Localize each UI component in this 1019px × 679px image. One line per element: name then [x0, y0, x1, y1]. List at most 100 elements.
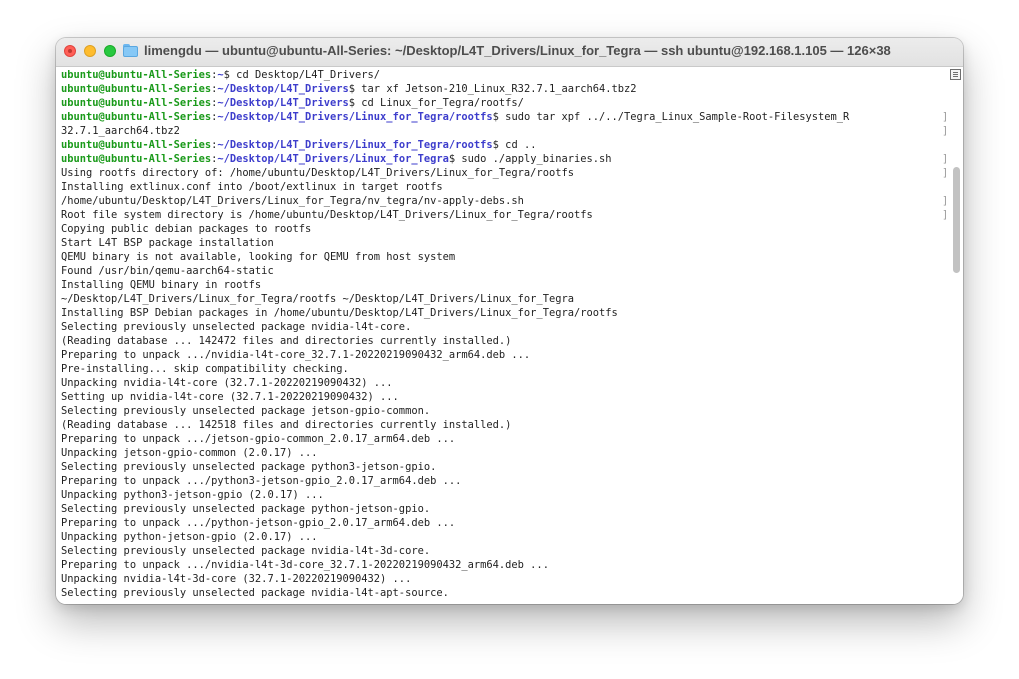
terminal-line: QEMU binary is not available, looking fo…: [61, 250, 946, 264]
line-mark-right: ]: [942, 152, 946, 166]
close-button[interactable]: [64, 45, 76, 57]
line-text: Setting up nvidia-l4t-core (32.7.1-20220…: [61, 391, 399, 403]
terminal-line: Start L4T BSP package installation: [61, 236, 946, 250]
terminal-line: (Reading database ... 142518 files and d…: [61, 418, 946, 432]
prompt-path: ~/Desktop/L4T_Drivers/Linux_for_Tegra/ro…: [217, 139, 493, 151]
terminal-line: 32.7.1_aarch64.tbz2]: [61, 124, 946, 138]
terminal-window: limengdu — ubuntu@ubuntu-All-Series: ~/D…: [56, 38, 963, 604]
line-text: (Reading database ... 142518 files and d…: [61, 419, 512, 431]
line-text: Unpacking nvidia-l4t-core (32.7.1-202202…: [61, 377, 393, 389]
terminal-line: Preparing to unpack .../jetson-gpio-comm…: [61, 432, 946, 446]
line-text: $ tar xf Jetson-210_Linux_R32.7.1_aarch6…: [348, 83, 637, 95]
terminal-line: ~/Desktop/L4T_Drivers/Linux_for_Tegra/ro…: [61, 292, 946, 306]
terminal-line: [/home/ubuntu/Desktop/L4T_Drivers/Linux_…: [61, 194, 946, 208]
terminal-line: Installing extlinux.conf into /boot/extl…: [61, 180, 946, 194]
terminal-line: Selecting previously unselected package …: [61, 586, 946, 600]
line-mark-left: [: [61, 194, 62, 208]
folder-icon: [123, 44, 138, 57]
line-text: $ cd Desktop/L4T_Drivers/: [223, 69, 381, 81]
line-text: Unpacking python-jetson-gpio (2.0.17) ..…: [61, 531, 318, 543]
terminal-line: (Reading database ... 142472 files and d…: [61, 334, 946, 348]
line-text: Preparing to unpack .../nvidia-l4t-core_…: [61, 349, 531, 361]
minimize-button[interactable]: [84, 45, 96, 57]
terminal-line: [ubuntu@ubuntu-All-Series:~/Desktop/L4T_…: [61, 152, 946, 166]
line-text: /home/ubuntu/Desktop/L4T_Drivers/Linux_f…: [61, 195, 524, 207]
terminal-line: Unpacking python-jetson-gpio (2.0.17) ..…: [61, 530, 946, 544]
prompt-user: ubuntu@ubuntu-All-Series: [61, 139, 212, 151]
line-text: Installing extlinux.conf into /boot/extl…: [61, 181, 443, 193]
line-text: ~/Desktop/L4T_Drivers/Linux_for_Tegra/ro…: [61, 293, 574, 305]
window-title: limengdu — ubuntu@ubuntu-All-Series: ~/D…: [144, 43, 891, 58]
terminal-line: ubuntu@ubuntu-All-Series:~/Desktop/L4T_D…: [61, 96, 946, 110]
line-text: Unpacking nvidia-l4t-3d-core (32.7.1-202…: [61, 573, 412, 585]
line-mark-left: [: [61, 208, 62, 222]
terminal-line: Copying public debian packages to rootfs: [61, 222, 946, 236]
line-text: $ sudo tar xpf ../../Tegra_Linux_Sample-…: [492, 111, 850, 123]
terminal-line: Preparing to unpack .../nvidia-l4t-3d-co…: [61, 558, 946, 572]
terminal-output[interactable]: ubuntu@ubuntu-All-Series:~$ cd Desktop/L…: [61, 68, 946, 600]
line-text: Unpacking jetson-gpio-common (2.0.17) ..…: [61, 447, 318, 459]
prompt-user: ubuntu@ubuntu-All-Series: [61, 111, 212, 123]
prompt-path: ~/Desktop/L4T_Drivers: [217, 97, 349, 109]
terminal-line: Unpacking python3-jetson-gpio (2.0.17) .…: [61, 488, 946, 502]
line-text: Using rootfs directory of: /home/ubuntu/…: [61, 167, 574, 179]
line-text: QEMU binary is not available, looking fo…: [61, 251, 456, 263]
line-text: $ sudo ./apply_binaries.sh: [448, 153, 612, 165]
terminal-line: Installing BSP Debian packages in /home/…: [61, 306, 946, 320]
terminal-line: Unpacking jetson-gpio-common (2.0.17) ..…: [61, 446, 946, 460]
line-mark-right: ]: [942, 208, 946, 222]
line-text: $ cd ..: [492, 139, 537, 151]
terminal-line: Unpacking nvidia-l4t-3d-core (32.7.1-202…: [61, 572, 946, 586]
line-text: (Reading database ... 142472 files and d…: [61, 335, 512, 347]
line-text: Selecting previously unselected package …: [61, 587, 449, 599]
prompt-user: ubuntu@ubuntu-All-Series: [61, 153, 212, 165]
terminal-line: Selecting previously unselected package …: [61, 320, 946, 334]
terminal-line: ubuntu@ubuntu-All-Series:~$ cd Desktop/L…: [61, 68, 946, 82]
line-text: Preparing to unpack .../nvidia-l4t-3d-co…: [61, 559, 549, 571]
line-text: Preparing to unpack .../jetson-gpio-comm…: [61, 433, 456, 445]
terminal-line: Preparing to unpack .../nvidia-l4t-core_…: [61, 348, 946, 362]
terminal-line: Pre-installing... skip compatibility che…: [61, 362, 946, 376]
terminal-line: [ubuntu@ubuntu-All-Series:~/Desktop/L4T_…: [61, 110, 946, 124]
line-text: Preparing to unpack .../python3-jetson-g…: [61, 475, 462, 487]
line-mark-right: ]: [942, 194, 946, 208]
line-mark-left: [: [61, 110, 62, 124]
terminal-content[interactable]: ubuntu@ubuntu-All-Series:~$ cd Desktop/L…: [56, 67, 963, 604]
terminal-line: Found /usr/bin/qemu-aarch64-static: [61, 264, 946, 278]
line-mark-right: ]: [942, 124, 946, 138]
line-mark-right: ]: [942, 166, 946, 180]
line-text: Installing QEMU binary in rootfs: [61, 279, 262, 291]
scroll-position-icon[interactable]: [950, 69, 961, 80]
terminal-line: Selecting previously unselected package …: [61, 502, 946, 516]
title-bar[interactable]: limengdu — ubuntu@ubuntu-All-Series: ~/D…: [56, 38, 963, 67]
terminal-line: Selecting previously unselected package …: [61, 404, 946, 418]
prompt-path: ~/Desktop/L4T_Drivers/Linux_for_Tegra: [217, 153, 449, 165]
line-text: Selecting previously unselected package …: [61, 545, 431, 557]
line-text: Pre-installing... skip compatibility che…: [61, 363, 349, 375]
window-title-group: limengdu — ubuntu@ubuntu-All-Series: ~/D…: [123, 43, 891, 58]
line-text: Preparing to unpack .../python-jetson-gp…: [61, 517, 456, 529]
terminal-line: Setting up nvidia-l4t-core (32.7.1-20220…: [61, 390, 946, 404]
line-text: Start L4T BSP package installation: [61, 237, 274, 249]
line-text: Selecting previously unselected package …: [61, 461, 437, 473]
window-controls: [64, 45, 116, 57]
terminal-line: ubuntu@ubuntu-All-Series:~/Desktop/L4T_D…: [61, 82, 946, 96]
zoom-button[interactable]: [104, 45, 116, 57]
line-text: Selecting previously unselected package …: [61, 321, 412, 333]
terminal-line: Preparing to unpack .../python-jetson-gp…: [61, 516, 946, 530]
terminal-line: Preparing to unpack .../python3-jetson-g…: [61, 474, 946, 488]
line-text: Root file system directory is /home/ubun…: [61, 209, 593, 221]
line-text: Unpacking python3-jetson-gpio (2.0.17) .…: [61, 489, 324, 501]
prompt-path: ~/Desktop/L4T_Drivers: [217, 83, 349, 95]
terminal-line: [Root file system directory is /home/ubu…: [61, 208, 946, 222]
prompt-path: ~/Desktop/L4T_Drivers/Linux_for_Tegra/ro…: [217, 111, 493, 123]
prompt-user: ubuntu@ubuntu-All-Series: [61, 83, 212, 95]
vertical-scrollbar[interactable]: [953, 167, 960, 273]
prompt-user: ubuntu@ubuntu-All-Series: [61, 69, 212, 81]
line-mark-left: [: [61, 138, 62, 152]
line-text: Found /usr/bin/qemu-aarch64-static: [61, 265, 274, 277]
terminal-line: Selecting previously unselected package …: [61, 460, 946, 474]
terminal-line: Installing QEMU binary in rootfs: [61, 278, 946, 292]
prompt-user: ubuntu@ubuntu-All-Series: [61, 97, 212, 109]
terminal-line: Selecting previously unselected package …: [61, 544, 946, 558]
